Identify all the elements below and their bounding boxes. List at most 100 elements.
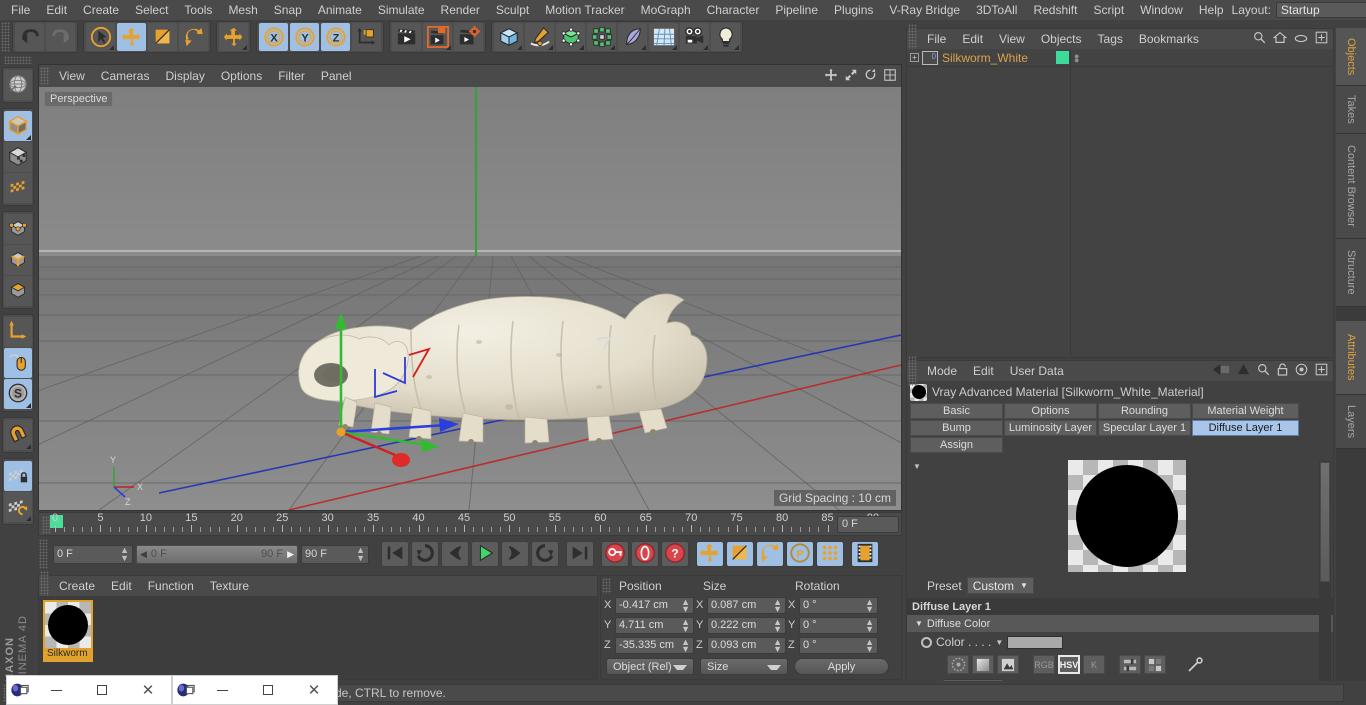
home-icon[interactable] <box>1272 31 1288 47</box>
rgb-mode-button[interactable]: RGB <box>1033 655 1055 674</box>
undo-button[interactable] <box>15 23 44 51</box>
scale-tool[interactable] <box>148 23 177 51</box>
subsection-header[interactable]: ▼ Diffuse Color <box>907 615 1333 632</box>
undo-view-button[interactable] <box>4 70 32 100</box>
maximize-button[interactable] <box>79 675 125 705</box>
spinner-icon[interactable]: ▲▼ <box>120 546 129 563</box>
minimize-button[interactable] <box>33 675 79 705</box>
model-mode-button[interactable] <box>4 111 32 141</box>
rotation-y-input[interactable]: 0 ° ▲ ▼ <box>799 616 878 634</box>
lock-z-axis-button[interactable]: Z <box>321 23 350 51</box>
hsv-mode-button[interactable]: HSV <box>1058 655 1080 674</box>
go-to-end-button[interactable] <box>566 541 594 567</box>
ellipse-icon[interactable] <box>1294 32 1308 46</box>
spinner-icon[interactable]: ▲▼ <box>681 597 690 613</box>
position-y-input[interactable]: 4.711 cm ▲ ▼ <box>615 616 694 634</box>
enable-snap-button[interactable] <box>4 420 32 450</box>
timeline-ruler-bar[interactable]: 051015202530354045505560657075808590 0 F <box>38 512 902 536</box>
lock-y-axis-button[interactable]: Y <box>290 23 319 51</box>
point-level-animation-button[interactable] <box>816 541 844 567</box>
spinner-icon[interactable]: ▲▼ <box>356 546 365 563</box>
spinner-icon[interactable]: ▲▼ <box>865 597 874 613</box>
edge-tab-content-browser[interactable]: Content Browser <box>1336 134 1366 239</box>
viewport-grip[interactable] <box>40 67 49 85</box>
viewport-solo-button[interactable] <box>4 348 32 378</box>
enable-axis-modification-button[interactable] <box>4 317 32 347</box>
add-camera-button[interactable] <box>680 23 709 51</box>
preset-dropdown[interactable]: Custom ▼ <box>966 577 1034 594</box>
color-gradient-icon[interactable] <box>972 655 994 674</box>
viewport-menu-options[interactable]: Options <box>213 65 270 87</box>
chevron-down-icon[interactable]: ▼ <box>995 638 1003 647</box>
tab-specular-layer-1[interactable]: Specular Layer 1 <box>1098 420 1191 436</box>
scale-key-button[interactable] <box>726 541 754 567</box>
material-swatch[interactable]: Silkworm <box>43 600 93 662</box>
color-image-icon[interactable] <box>997 655 1019 674</box>
tab-material-weight[interactable]: Material Weight <box>1192 403 1299 419</box>
current-frame-input[interactable]: 0 F ▲ ▼ <box>53 544 133 564</box>
edge-tab-layers[interactable]: Layers <box>1336 395 1366 449</box>
coordinate-mode-dropdown[interactable]: Object (Rel) <box>606 658 694 675</box>
workplane-lock-button[interactable] <box>4 461 32 491</box>
viewport-menu-view[interactable]: View <box>51 65 93 87</box>
lock-x-axis-button[interactable]: X <box>259 23 288 51</box>
viewport-layout-icon[interactable] <box>884 68 896 84</box>
polygons-mode-button[interactable] <box>4 276 32 306</box>
k-mode-button[interactable]: K <box>1083 655 1105 674</box>
viewport-menu-cameras[interactable]: Cameras <box>93 65 158 87</box>
go-to-previous-frame-button[interactable] <box>441 541 469 567</box>
redo-button[interactable] <box>46 23 75 51</box>
viewport-menu-display[interactable]: Display <box>157 65 212 87</box>
up-arrow-icon[interactable] <box>1237 363 1250 379</box>
spinner-icon[interactable]: ▲▼ <box>773 617 782 633</box>
material-preview[interactable] <box>1067 460 1186 572</box>
material-menu-function[interactable]: Function <box>140 576 202 596</box>
menu-item-animate[interactable]: Animate <box>310 0 370 20</box>
menu-item-edit[interactable]: Edit <box>38 0 75 20</box>
new-panel-icon[interactable] <box>1315 363 1328 379</box>
rotation-key-button[interactable] <box>756 541 784 567</box>
size-mode-dropdown[interactable]: Size <box>700 658 788 675</box>
tab-bump[interactable]: Bump <box>910 420 1003 436</box>
max-frame-input[interactable]: 90 F ▲ ▼ <box>301 544 369 564</box>
timeline-ruler[interactable]: 051015202530354045505560657075808590 <box>52 512 885 537</box>
viewport-menu-panel[interactable]: Panel <box>313 65 360 87</box>
object-menu-edit[interactable]: Edit <box>954 29 991 49</box>
add-mograph-button[interactable] <box>587 23 616 51</box>
floating-window-2[interactable]: ✕ <box>172 675 338 705</box>
object-row-silkworm[interactable]: + 0 Silkworm_White ● ● <box>907 49 1333 67</box>
move-tool[interactable] <box>117 23 146 51</box>
coordinates-grip[interactable] <box>602 577 611 594</box>
viewport-scale-icon[interactable] <box>845 69 857 84</box>
maximize-button[interactable] <box>245 675 291 705</box>
tab-luminosity-layer[interactable]: Luminosity Layer <box>1004 420 1097 436</box>
material-menu-create[interactable]: Create <box>51 576 103 596</box>
menu-item-redshift[interactable]: Redshift <box>1025 0 1085 20</box>
workplane-mode-button[interactable] <box>4 173 32 203</box>
render-settings-button[interactable] <box>454 23 483 51</box>
menu-item-select[interactable]: Select <box>127 0 176 20</box>
close-button[interactable]: ✕ <box>291 675 337 705</box>
render-to-picture-viewer-button[interactable] <box>423 23 452 51</box>
add-scene-object-button[interactable] <box>649 23 678 51</box>
menu-item-3dtoall[interactable]: 3DToAll <box>968 0 1025 20</box>
timeline-current-frame-field[interactable]: 0 F <box>837 516 899 533</box>
attribute-scrollbar[interactable] <box>1319 461 1331 686</box>
menu-item-snap[interactable]: Snap <box>266 0 310 20</box>
edges-mode-button[interactable] <box>4 245 32 275</box>
left-palette-grip[interactable] <box>4 56 32 64</box>
material-manager-body[interactable]: Silkworm <box>39 596 597 679</box>
color-swatches-icon[interactable] <box>1144 655 1166 674</box>
viewport-move-icon[interactable] <box>824 68 838 85</box>
toolbar-grip[interactable] <box>1 22 10 52</box>
viewport-rotate-icon[interactable] <box>864 68 877 84</box>
position-key-button[interactable] <box>696 541 724 567</box>
render-view-button[interactable] <box>392 23 421 51</box>
color-wheel-icon[interactable] <box>947 655 969 674</box>
rotate-tool[interactable] <box>179 23 208 51</box>
object-visibility-dots-icon[interactable]: ● ● <box>1074 51 1079 64</box>
object-menu-objects[interactable]: Objects <box>1033 29 1090 49</box>
add-spline-button[interactable] <box>525 23 554 51</box>
menu-item-window[interactable]: Window <box>1132 0 1191 20</box>
rotation-z-input[interactable]: 0 ° ▲ ▼ <box>799 636 878 654</box>
